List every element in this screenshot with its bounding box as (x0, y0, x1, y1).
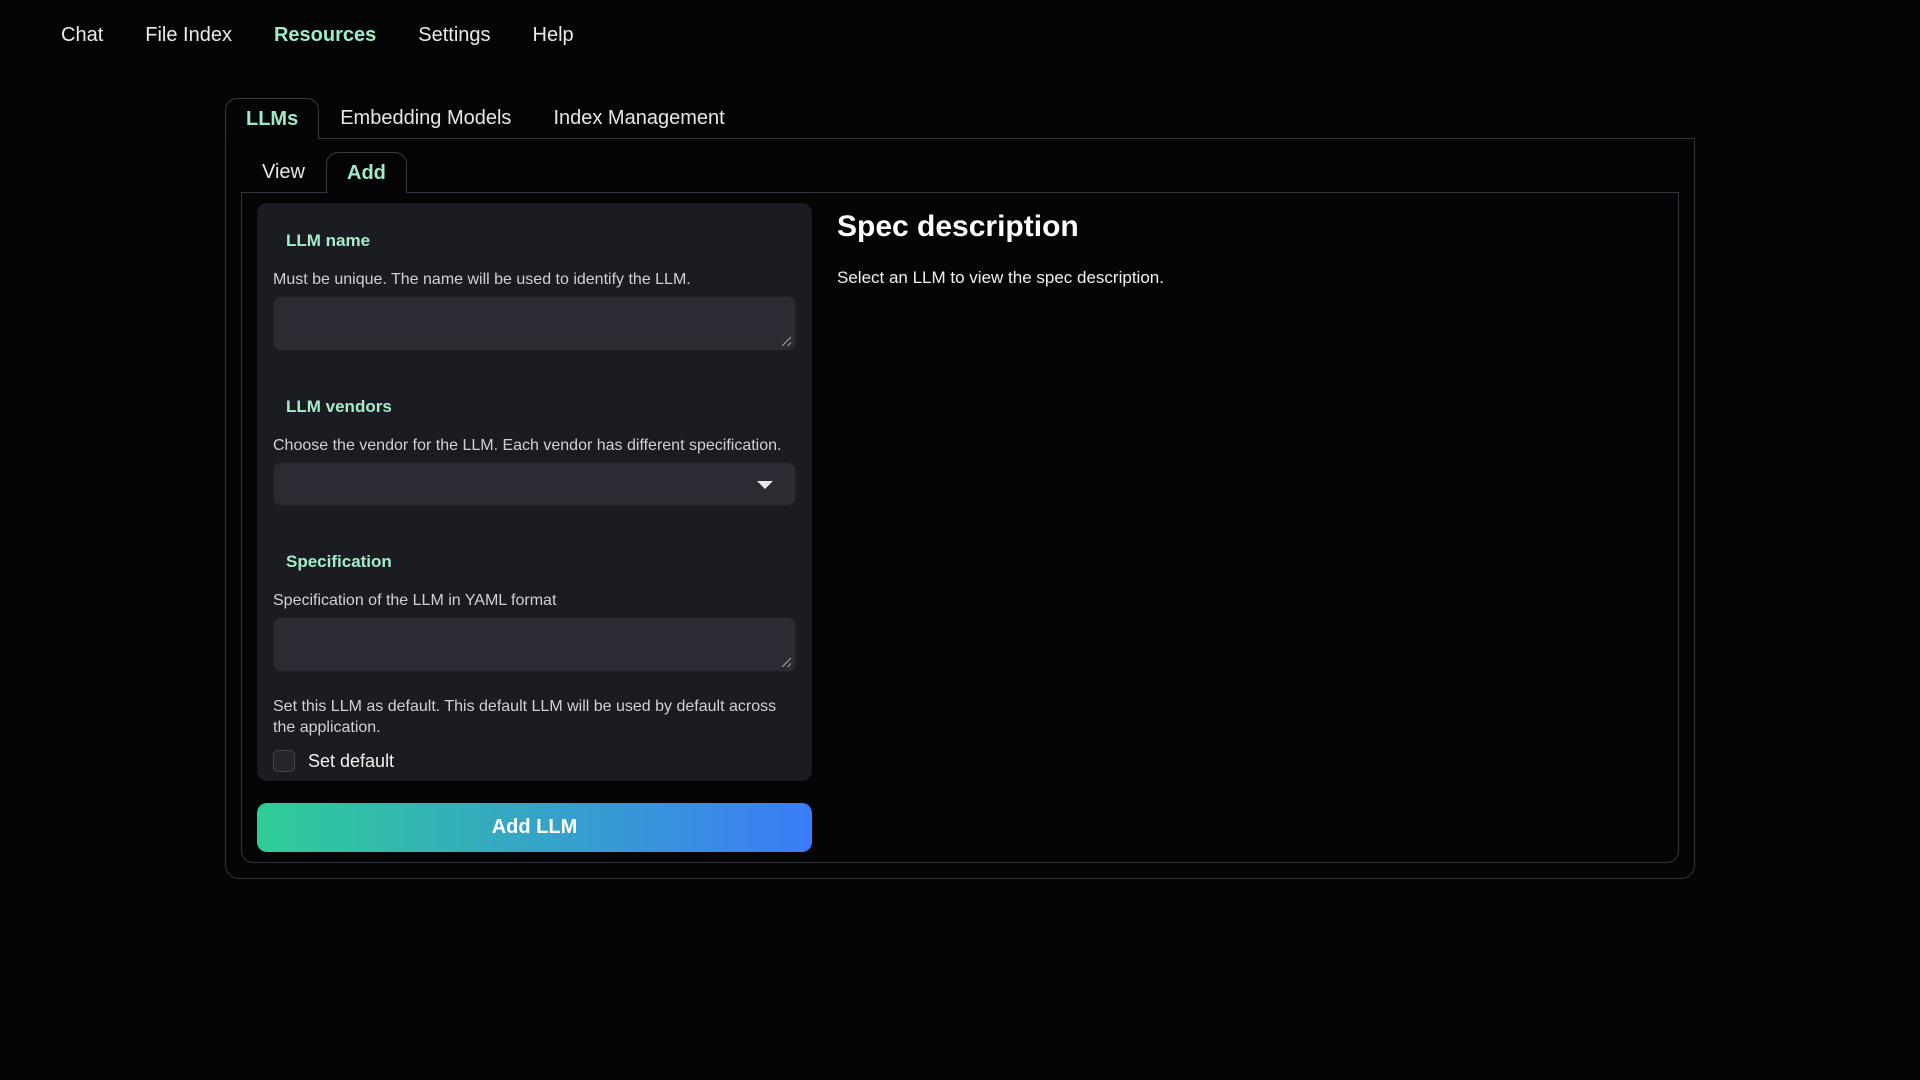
llms-subtabs: View Add (241, 152, 1679, 193)
set-default-row: Set default (273, 750, 796, 772)
subtab-view[interactable]: View (241, 152, 326, 192)
llm-vendors-dropdown[interactable] (273, 462, 796, 506)
tab-embedding-models[interactable]: Embedding Models (319, 98, 532, 138)
resource-tabs: LLMs Embedding Models Index Management (225, 98, 1695, 139)
llm-vendors-description: Choose the vendor for the LLM. Each vend… (273, 435, 796, 456)
specification-description: Specification of the LLM in YAML format (273, 590, 796, 611)
llm-name-label: LLM name (286, 231, 796, 251)
spec-description-placeholder: Select an LLM to view the spec descripti… (837, 268, 1663, 288)
add-llm-panel: LLM name Must be unique. The name will b… (241, 193, 1679, 863)
set-default-description: Set this LLM as default. This default LL… (273, 696, 796, 738)
resources-page: LLMs Embedding Models Index Management V… (225, 98, 1695, 879)
llm-vendors-label: LLM vendors (286, 397, 796, 417)
tab-index-management[interactable]: Index Management (532, 98, 745, 138)
chevron-down-icon (757, 481, 773, 489)
resize-grip-icon[interactable] (780, 656, 791, 667)
add-llm-form: LLM name Must be unique. The name will b… (257, 203, 812, 781)
add-llm-form-column: LLM name Must be unique. The name will b… (257, 203, 812, 852)
spec-description-title: Spec description (837, 210, 1663, 244)
resize-grip-icon[interactable] (780, 335, 791, 346)
subtab-add[interactable]: Add (326, 152, 407, 193)
tab-llms[interactable]: LLMs (225, 98, 319, 139)
nav-item-file-index[interactable]: File Index (145, 24, 232, 47)
nav-item-chat[interactable]: Chat (61, 24, 103, 47)
spec-description-column: Spec description Select an LLM to view t… (832, 203, 1663, 852)
specification-input[interactable] (273, 617, 796, 672)
nav-item-help[interactable]: Help (533, 24, 574, 47)
nav-item-resources[interactable]: Resources (274, 24, 376, 47)
llm-name-description: Must be unique. The name will be used to… (273, 269, 796, 290)
top-navigation: Chat File Index Resources Settings Help (61, 24, 574, 47)
set-default-checkbox[interactable] (273, 750, 295, 772)
llms-tab-panel: View Add LLM name Must be unique. The na… (225, 139, 1695, 879)
nav-item-settings[interactable]: Settings (418, 24, 490, 47)
specification-label: Specification (286, 552, 796, 572)
set-default-label: Set default (308, 751, 394, 772)
add-llm-button[interactable]: Add LLM (257, 803, 812, 852)
llm-name-input[interactable] (273, 296, 796, 351)
